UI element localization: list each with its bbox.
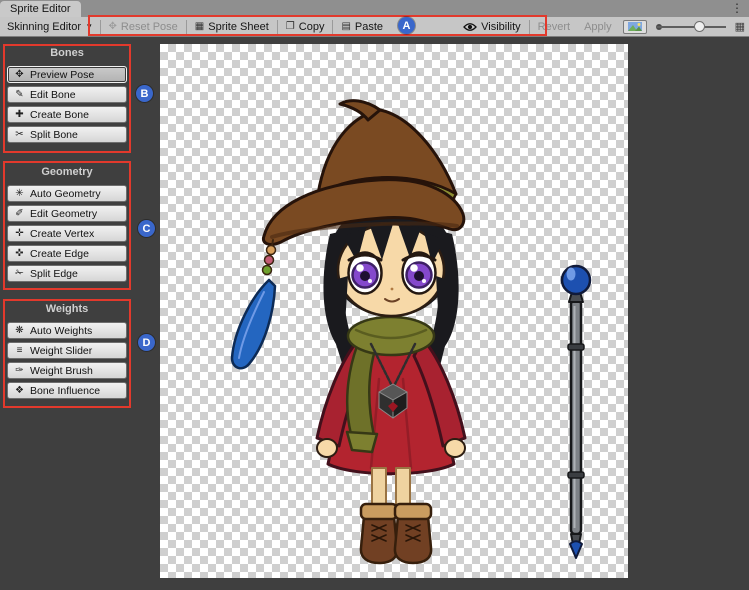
- split-edge-label: Split Edge: [30, 268, 78, 280]
- reset-pose-button[interactable]: ✥ Reset Pose: [102, 17, 185, 36]
- edit-geometry-icon: ✐: [14, 208, 25, 219]
- edit-bone-label: Edit Bone: [30, 89, 76, 101]
- weight-slider-button[interactable]: ≡ Weight Slider: [7, 342, 127, 359]
- paste-icon: ▤: [341, 21, 350, 32]
- create-vertex-button[interactable]: ✛ Create Vertex: [7, 225, 127, 242]
- weight-brush-button[interactable]: ✑ Weight Brush: [7, 362, 127, 379]
- copy-button[interactable]: ❐ Copy: [279, 17, 332, 36]
- sprite-sheet-button[interactable]: ▦ Sprite Sheet: [188, 17, 276, 36]
- annotation-d: D: [138, 334, 155, 351]
- apply-label: Apply: [584, 21, 612, 33]
- reset-pose-label: Reset Pose: [121, 21, 178, 33]
- weights-panel: Weights ❋ Auto Weights ≡ Weight Slider ✑…: [7, 302, 127, 399]
- sprite-graphics: [160, 44, 628, 578]
- edit-geometry-button[interactable]: ✐ Edit Geometry: [7, 205, 127, 222]
- copy-label: Copy: [299, 21, 325, 33]
- edit-geometry-label: Edit Geometry: [30, 208, 97, 220]
- texture-preview-icon: [628, 22, 642, 31]
- paste-button[interactable]: ▤ Paste: [334, 17, 390, 36]
- preview-pose-icon: ✥: [14, 69, 25, 80]
- feather-icon: [232, 280, 275, 368]
- sprite-canvas[interactable]: [160, 44, 628, 578]
- zoom-slider[interactable]: [656, 20, 726, 34]
- bone-influence-label: Bone Influence: [30, 385, 100, 397]
- revert-button[interactable]: Revert: [531, 17, 577, 36]
- visibility-label: Visibility: [481, 21, 521, 33]
- annotation-c: C: [138, 220, 155, 237]
- split-bone-icon: ✂: [14, 129, 25, 140]
- geometry-panel: Geometry ✳ Auto Geometry ✐ Edit Geometry…: [7, 165, 127, 282]
- apply-button[interactable]: Apply: [577, 17, 619, 36]
- zoom-slider-track: [656, 26, 726, 28]
- kebab-menu-icon[interactable]: ⋮: [731, 0, 743, 17]
- toolbar-right-group: Visibility Revert Apply: [456, 17, 749, 36]
- edit-bone-button[interactable]: ✎ Edit Bone: [7, 86, 127, 103]
- bones-panel: Bones ✥ Preview Pose ✎ Edit Bone ✚ Creat…: [7, 46, 127, 143]
- create-vertex-label: Create Vertex: [30, 228, 94, 240]
- create-vertex-icon: ✛: [14, 228, 25, 239]
- sprite-sheet-icon: ▦: [195, 21, 204, 32]
- tab-sprite-editor[interactable]: Sprite Editor: [0, 1, 81, 17]
- copy-icon: ❐: [286, 21, 295, 32]
- bone-influence-icon: ❖: [14, 385, 25, 396]
- auto-geometry-button[interactable]: ✳ Auto Geometry: [7, 185, 127, 202]
- create-bone-icon: ✚: [14, 109, 25, 120]
- preview-pose-label: Preview Pose: [30, 69, 94, 81]
- character-sprite[interactable]: [232, 101, 465, 563]
- grid-icon[interactable]: ▦: [735, 20, 745, 33]
- reset-pose-icon: ✥: [109, 21, 117, 32]
- create-edge-icon: ✜: [14, 248, 25, 259]
- auto-geometry-icon: ✳: [14, 188, 25, 199]
- auto-weights-icon: ❋: [14, 325, 25, 336]
- toolbar-separator: [529, 20, 530, 34]
- character-hat: [263, 101, 463, 245]
- create-edge-label: Create Edge: [30, 248, 89, 260]
- zoom-slider-knob[interactable]: [694, 21, 705, 32]
- staff-orb: [562, 266, 590, 294]
- geometry-panel-title: Geometry: [7, 165, 127, 182]
- sprite-editor-window: Sprite Editor ⋮ Skinning Editor ▾ ✥ Rese…: [0, 0, 749, 590]
- toolbar-separator: [277, 20, 278, 34]
- skinning-editor-dropdown[interactable]: Skinning Editor ▾: [0, 17, 99, 36]
- split-bone-button[interactable]: ✂ Split Bone: [7, 126, 127, 143]
- auto-weights-label: Auto Weights: [30, 325, 92, 337]
- visibility-button[interactable]: Visibility: [456, 17, 528, 36]
- character-hat-charm: [232, 240, 276, 368]
- texture-preview-button[interactable]: [623, 20, 647, 34]
- toolbar-separator: [332, 20, 333, 34]
- toolbar-separator: [100, 20, 101, 34]
- paste-label: Paste: [355, 21, 383, 33]
- create-bone-label: Create Bone: [30, 109, 89, 121]
- weight-slider-icon: ≡: [14, 345, 25, 356]
- auto-weights-button[interactable]: ❋ Auto Weights: [7, 322, 127, 339]
- create-bone-button[interactable]: ✚ Create Bone: [7, 106, 127, 123]
- bone-influence-button[interactable]: ❖ Bone Influence: [7, 382, 127, 399]
- staff-sprite[interactable]: [562, 266, 590, 558]
- edit-bone-icon: ✎: [14, 89, 25, 100]
- auto-geometry-label: Auto Geometry: [30, 188, 101, 200]
- skinning-editor-label: Skinning Editor: [7, 21, 81, 33]
- split-edge-button[interactable]: ✁ Split Edge: [7, 265, 127, 282]
- preview-pose-button[interactable]: ✥ Preview Pose: [7, 66, 127, 83]
- split-bone-label: Split Bone: [30, 129, 78, 141]
- toolbar-separator: [186, 20, 187, 34]
- weight-slider-label: Weight Slider: [30, 345, 92, 357]
- revert-label: Revert: [538, 21, 570, 33]
- chevron-down-icon: ▾: [87, 21, 92, 32]
- character-boots: [361, 504, 431, 563]
- bones-panel-title: Bones: [7, 46, 127, 63]
- weight-brush-icon: ✑: [14, 365, 25, 376]
- weights-panel-title: Weights: [7, 302, 127, 319]
- annotation-b: B: [136, 85, 153, 102]
- sprite-sheet-label: Sprite Sheet: [208, 21, 269, 33]
- create-edge-button[interactable]: ✜ Create Edge: [7, 245, 127, 262]
- tab-bar: Sprite Editor ⋮: [0, 0, 749, 17]
- split-edge-icon: ✁: [14, 268, 25, 279]
- staff-tip: [570, 541, 582, 558]
- weight-brush-label: Weight Brush: [30, 365, 93, 377]
- visibility-eye-icon: [463, 22, 477, 32]
- character-nose: [391, 288, 394, 291]
- toolbar: Skinning Editor ▾ ✥ Reset Pose ▦ Sprite …: [0, 17, 749, 37]
